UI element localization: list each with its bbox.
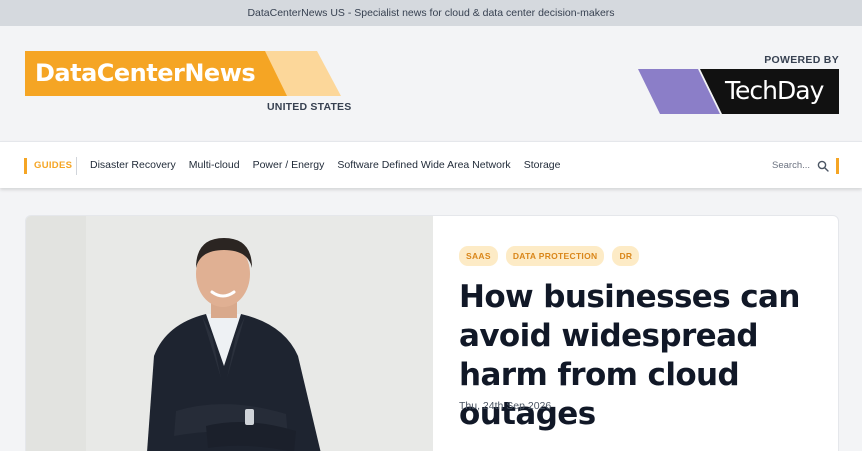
nav-item-power-energy[interactable]: Power / Energy <box>253 159 325 171</box>
site-header: DataCenterNews UNITED STATES POWERED BY … <box>0 26 862 140</box>
article-tags: SAAS DATA PROTECTION DR <box>459 246 640 266</box>
logo-text: DataCenterNews <box>35 59 256 87</box>
top-banner-text: DataCenterNews US - Specialist news for … <box>247 7 615 19</box>
main-nav: GUIDES Disaster Recovery Multi-cloud Pow… <box>0 141 862 188</box>
tag-data-protection[interactable]: DATA PROTECTION <box>505 246 605 266</box>
nav-items: Disaster Recovery Multi-cloud Power / En… <box>90 159 560 171</box>
search-input[interactable]: Search... <box>772 160 810 171</box>
techday-logo-text: TechDay <box>725 76 824 105</box>
tag-saas[interactable]: SAAS <box>459 246 498 266</box>
nav-item-multi-cloud[interactable]: Multi-cloud <box>189 159 240 171</box>
nav-item-storage[interactable]: Storage <box>524 159 561 171</box>
top-banner: DataCenterNews US - Specialist news for … <box>0 0 862 26</box>
edition-label: UNITED STATES <box>267 101 352 113</box>
article-photo[interactable] <box>26 216 433 451</box>
tag-dr[interactable]: DR <box>612 246 640 266</box>
nav-item-sd-wan[interactable]: Software Defined Wide Area Network <box>337 159 510 171</box>
site-logo[interactable]: DataCenterNews <box>25 51 341 96</box>
article-date: Thu, 24th Sep 2026 <box>459 400 552 412</box>
nav-divider <box>76 157 77 175</box>
nav-accent-left <box>24 158 27 174</box>
techday-logo[interactable]: TechDay <box>638 69 839 114</box>
powered-by-label: POWERED BY <box>764 54 839 66</box>
nav-accent-right <box>836 158 839 174</box>
featured-article-card[interactable]: SAAS DATA PROTECTION DR How businesses c… <box>25 215 839 451</box>
nav-item-disaster-recovery[interactable]: Disaster Recovery <box>90 159 176 171</box>
search-icon[interactable] <box>817 159 829 177</box>
nav-guides-label[interactable]: GUIDES <box>34 160 72 171</box>
